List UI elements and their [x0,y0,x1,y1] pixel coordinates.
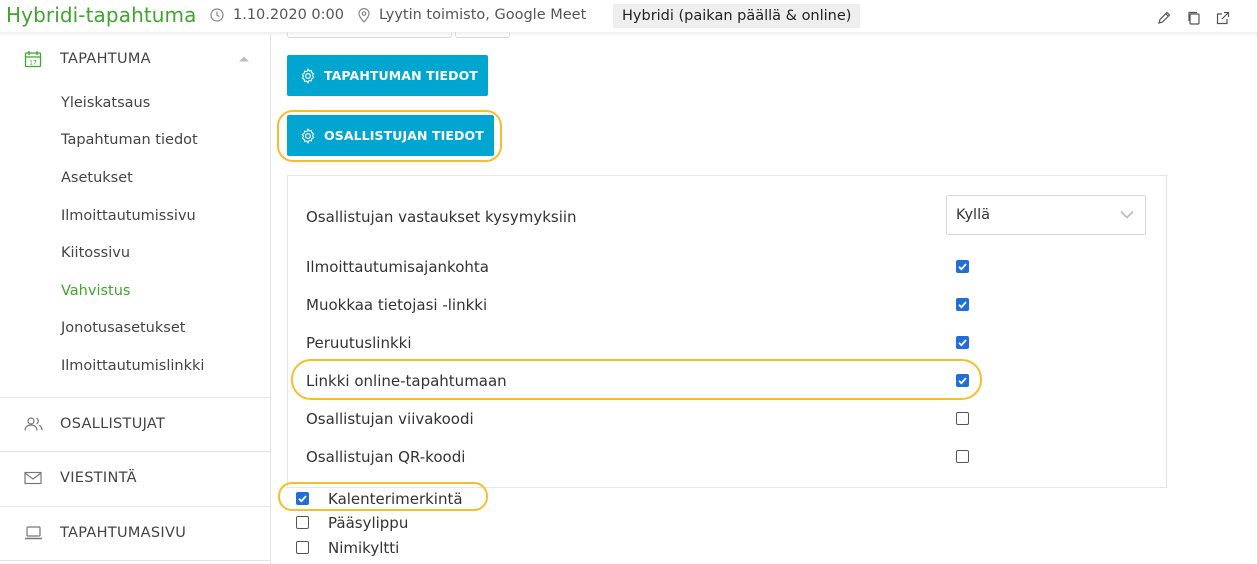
external-link-icon[interactable] [1215,10,1231,26]
sidebar-divider [0,397,270,398]
checkbox-ticket[interactable] [296,516,309,529]
chevron-down-icon [1120,210,1134,219]
sidebar-section-participants-label: OSALLISTUJAT [60,416,166,432]
checkmark-icon [298,495,307,503]
partial-field[interactable] [455,32,510,38]
header-shadow [0,32,1257,37]
top-bar: Hybridi-tapahtuma 1.10.2020 0:00 Lyytin … [0,0,1257,32]
event-datetime-text: 1.10.2020 0:00 [233,7,344,23]
sidebar-section-messaging[interactable]: VIESTINTÄ [0,453,270,503]
laptop-icon [25,526,42,540]
event-title: Hybridi-tapahtuma [6,3,197,27]
svg-text:17: 17 [29,59,37,66]
row-label-edit-link: Muokkaa tietojasi -linkki [306,296,488,314]
event-location: Lyytin toimisto, Google Meet [358,7,586,23]
sidebar-item-waitlist-settings[interactable]: Jonotusasetukset [61,320,185,336]
sidebar-divider [0,506,270,507]
checkmark-icon [958,301,967,309]
participant-details-button-label: OSALLISTUJAN TIEDOT [324,128,484,143]
envelope-icon [24,471,42,485]
sidebar-section-participants[interactable]: OSALLISTUJAT [0,399,270,449]
checkmark-icon [958,377,967,385]
checkbox-calendar-entry[interactable] [296,492,309,505]
sidebar-divider [0,451,270,452]
gear-icon [301,67,315,84]
checkbox-qr-code[interactable] [956,450,969,463]
row-label-cancel-link: Peruutuslinkki [306,334,412,352]
checkbox-cancel-link[interactable] [956,336,969,349]
sidebar-section-event-page[interactable]: TAPAHTUMASIVU [0,508,270,558]
sidebar-section-messaging-label: VIESTINTÄ [60,470,137,486]
extra-label-ticket: Pääsylippu [328,514,409,532]
checkbox-online-link[interactable] [956,374,969,387]
checkbox-barcode[interactable] [956,412,969,425]
sidebar-item-overview[interactable]: Yleiskatsaus [61,95,150,111]
sidebar-section-event[interactable]: 17 TAPAHTUMA [0,34,270,84]
clock-icon [210,8,224,22]
sidebar-section-event-label: TAPAHTUMA [60,51,151,67]
row-label-qr-code: Osallistujan QR-koodi [306,448,466,466]
extra-label-name-badge: Nimikyltti [328,539,400,557]
event-type-badge: Hybridi (paikan päällä & online) [613,4,861,28]
checkbox-registration-time[interactable] [956,260,969,273]
calendar-icon: 17 [24,51,42,68]
sidebar-item-settings[interactable]: Asetukset [61,170,133,186]
event-location-text: Lyytin toimisto, Google Meet [379,7,587,23]
sidebar-item-confirmation[interactable]: Vahvistus [61,283,130,299]
checkmark-icon [958,263,967,271]
row-label-barcode: Osallistujan viivakoodi [306,410,474,428]
participant-details-button[interactable]: OSALLISTUJAN TIEDOT [287,115,494,156]
event-details-button[interactable]: TAPAHTUMAN TIEDOT [287,55,488,96]
sidebar-item-thank-you-page[interactable]: Kiitossivu [61,245,130,261]
answers-select[interactable]: Kyllä [946,195,1146,235]
event-datetime: 1.10.2020 0:00 [210,7,344,23]
answers-select-value: Kyllä [956,207,990,223]
row-label-registration-time: Ilmoittautumisajankohta [306,258,489,276]
sidebar-divider [0,560,270,561]
sidebar-item-event-details[interactable]: Tapahtuman tiedot [61,132,198,148]
gear-icon [301,127,315,144]
checkbox-name-badge[interactable] [296,541,309,554]
edit-icon[interactable] [1156,10,1172,26]
row-label-online-link: Linkki online-tapahtumaan [306,372,507,390]
checkbox-edit-link[interactable] [956,298,969,311]
checkmark-icon [958,339,967,347]
event-details-button-label: TAPAHTUMAN TIEDOT [324,68,478,83]
users-icon [24,417,43,431]
location-pin-icon [358,7,370,23]
partial-field[interactable] [287,32,452,38]
chevron-up-icon[interactable] [238,55,250,62]
answers-label: Osallistujan vastaukset kysymyksiin [306,208,577,226]
extra-label-calendar-entry: Kalenterimerkintä [328,490,463,508]
copy-icon[interactable] [1186,10,1202,26]
sidebar-item-registration-link[interactable]: Ilmoittautumislinkki [61,358,204,374]
sidebar-section-event-page-label: TAPAHTUMASIVU [60,525,187,541]
sidebar-item-registration-page[interactable]: Ilmoittautumissivu [61,208,196,224]
